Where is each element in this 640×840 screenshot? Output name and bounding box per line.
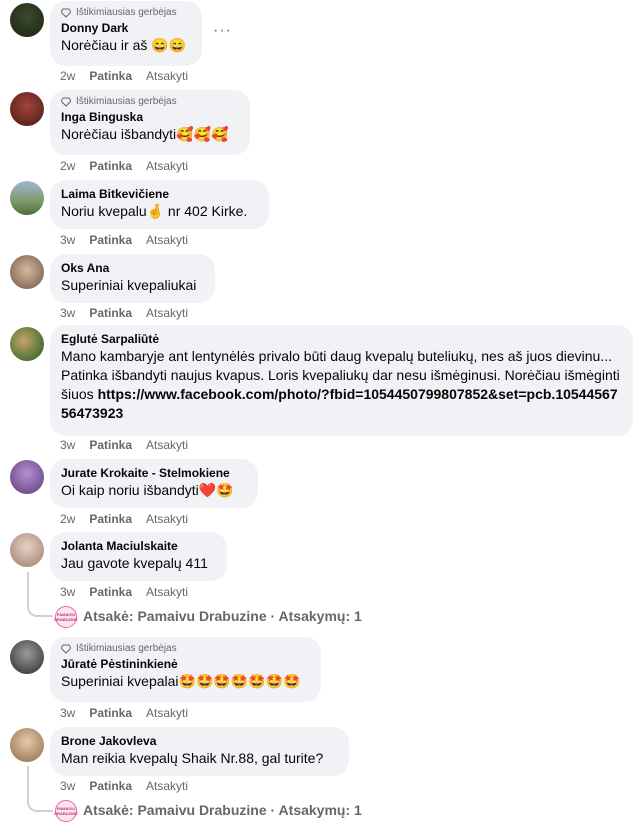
comment-actions: 3w Patinka Atsakyti xyxy=(60,233,202,247)
comment-time[interactable]: 3w xyxy=(60,438,75,452)
diamond-icon xyxy=(61,644,71,654)
more-options-icon[interactable]: ··· xyxy=(213,22,232,40)
reply-button[interactable]: Atsakyti xyxy=(146,69,188,83)
comment-actions: 2w Patinka Atsakyti xyxy=(60,159,202,173)
reply-button[interactable]: Atsakyti xyxy=(146,512,188,526)
comment-actions: 2w Patinka Atsakyti xyxy=(60,512,202,526)
comment-text: Superiniai kvepalai🤩🤩🤩🤩🤩🤩🤩 xyxy=(61,673,301,689)
view-replies-link[interactable]: Atsakė: Pamaivu Drabuzine · Atsakymų: 1 xyxy=(83,802,362,818)
comment-bubble: Oks Ana Superiniai kvepaliukai xyxy=(50,254,215,303)
comment-actions: 2w Patinka Atsakyti xyxy=(60,69,202,83)
comment-time[interactable]: 3w xyxy=(60,706,75,720)
thread-line xyxy=(27,766,53,812)
avatar[interactable] xyxy=(10,181,44,215)
avatar[interactable] xyxy=(10,728,44,762)
like-button[interactable]: Patinka xyxy=(89,233,132,247)
like-button[interactable]: Patinka xyxy=(89,585,132,599)
comment-bubble: Jolanta Maciulskaite Jau gavote kvepalų … xyxy=(50,532,227,581)
comment-author[interactable]: Jūratė Pėstininkienė xyxy=(61,656,310,672)
top-fan-badge: Ištikimiausias gerbėjas xyxy=(61,96,239,107)
comment-text: Jau gavote kvepalų 411 xyxy=(61,555,208,571)
avatar[interactable] xyxy=(10,327,44,361)
avatar[interactable] xyxy=(10,533,44,567)
avatar[interactable] xyxy=(10,3,44,37)
like-button[interactable]: Patinka xyxy=(89,706,132,720)
comment-time[interactable]: 2w xyxy=(60,69,75,83)
reply-button[interactable]: Atsakyti xyxy=(146,706,188,720)
like-button[interactable]: Patinka xyxy=(89,69,132,83)
reply-button[interactable]: Atsakyti xyxy=(146,585,188,599)
comment-bubble: Ištikimiausias gerbėjas Donny Dark Norėč… xyxy=(50,1,202,66)
diamond-icon xyxy=(61,8,71,18)
reply-avatar[interactable]: PAMAIVU DRABUZINE xyxy=(54,800,78,822)
avatar[interactable] xyxy=(10,640,44,674)
thread-line xyxy=(27,572,53,617)
comment-text: Superiniai kvepaliukai xyxy=(61,277,197,293)
comment-bubble: Eglutė Sarpaliūtė Mano kambaryje ant len… xyxy=(50,325,633,436)
comment-text: Oi kaip noriu išbandyti❤️🤩 xyxy=(61,482,234,498)
top-fan-badge: Ištikimiausias gerbėjas xyxy=(61,643,310,654)
comment-time[interactable]: 3w xyxy=(60,779,75,793)
comment-author[interactable]: Inga Binguska xyxy=(61,109,239,125)
comment-actions: 3w Patinka Atsakyti xyxy=(60,306,202,320)
comment-time[interactable]: 2w xyxy=(60,159,75,173)
comment-author[interactable]: Donny Dark xyxy=(61,20,191,36)
comment-time[interactable]: 3w xyxy=(60,233,75,247)
like-button[interactable]: Patinka xyxy=(89,438,132,452)
comment-actions: 3w Patinka Atsakyti xyxy=(60,585,202,599)
comment-author[interactable]: Jolanta Maciulskaite xyxy=(61,538,216,554)
comment-author[interactable]: Laima Bitkevičiene xyxy=(61,186,258,202)
badge-label: Ištikimiausias gerbėjas xyxy=(76,96,177,107)
avatar[interactable] xyxy=(10,255,44,289)
comment-bubble: Ištikimiausias gerbėjas Jūratė Pėstinink… xyxy=(50,637,321,702)
comment-time[interactable]: 3w xyxy=(60,585,75,599)
comment-text: Mano kambaryje ant lentynėlės privalo bū… xyxy=(61,347,622,423)
comment-bubble: Ištikimiausias gerbėjas Inga Binguska No… xyxy=(50,90,250,155)
comment-author[interactable]: Brone Jakovleva xyxy=(61,733,338,749)
comment-bubble: Brone Jakovleva Man reikia kvepalų Shaik… xyxy=(50,727,349,776)
reply-button[interactable]: Atsakyti xyxy=(146,779,188,793)
reply-avatar-label: PAMAIVU DRABUZINE xyxy=(54,806,78,816)
badge-label: Ištikimiausias gerbėjas xyxy=(76,7,177,18)
comment-time[interactable]: 3w xyxy=(60,306,75,320)
comment-text: Noriu kvepalu🤞 nr 402 Kirke. xyxy=(61,203,248,219)
avatar[interactable] xyxy=(10,92,44,126)
reply-avatar[interactable]: PAMAIVU DRABUZINE xyxy=(54,606,78,628)
comment-bubble: Laima Bitkevičiene Noriu kvepalu🤞 nr 402… xyxy=(50,180,269,229)
like-button[interactable]: Patinka xyxy=(89,306,132,320)
badge-label: Ištikimiausias gerbėjas xyxy=(76,643,177,654)
avatar[interactable] xyxy=(10,460,44,494)
comment-text: Norėčiau išbandyti🥰🥰🥰 xyxy=(61,126,229,142)
comment-actions: 3w Patinka Atsakyti xyxy=(60,438,202,452)
reply-button[interactable]: Atsakyti xyxy=(146,306,188,320)
like-button[interactable]: Patinka xyxy=(89,779,132,793)
reply-avatar-label: PAMAIVU DRABUZINE xyxy=(54,612,78,622)
comment-text: Man reikia kvepalų Shaik Nr.88, gal turi… xyxy=(61,750,324,766)
like-button[interactable]: Patinka xyxy=(89,512,132,526)
comment-actions: 3w Patinka Atsakyti xyxy=(60,706,202,720)
diamond-icon xyxy=(61,97,71,107)
comment-actions: 3w Patinka Atsakyti xyxy=(60,779,202,793)
comment-text: Norėčiau ir aš 😄😄 xyxy=(61,37,187,53)
comment-link[interactable]: https://www.facebook.com/photo/?fbid=105… xyxy=(61,386,618,421)
view-replies-link[interactable]: Atsakė: Pamaivu Drabuzine · Atsakymų: 1 xyxy=(83,608,362,624)
like-button[interactable]: Patinka xyxy=(89,159,132,173)
reply-button[interactable]: Atsakyti xyxy=(146,159,188,173)
comment-author[interactable]: Oks Ana xyxy=(61,260,204,276)
top-fan-badge: Ištikimiausias gerbėjas xyxy=(61,7,191,18)
comment-author[interactable]: Eglutė Sarpaliūtė xyxy=(61,331,622,347)
comment-bubble: Jurate Krokaite - Stelmokiene Oi kaip no… xyxy=(50,459,258,508)
comment-time[interactable]: 2w xyxy=(60,512,75,526)
reply-button[interactable]: Atsakyti xyxy=(146,233,188,247)
reply-button[interactable]: Atsakyti xyxy=(146,438,188,452)
comment-author[interactable]: Jurate Krokaite - Stelmokiene xyxy=(61,465,247,481)
